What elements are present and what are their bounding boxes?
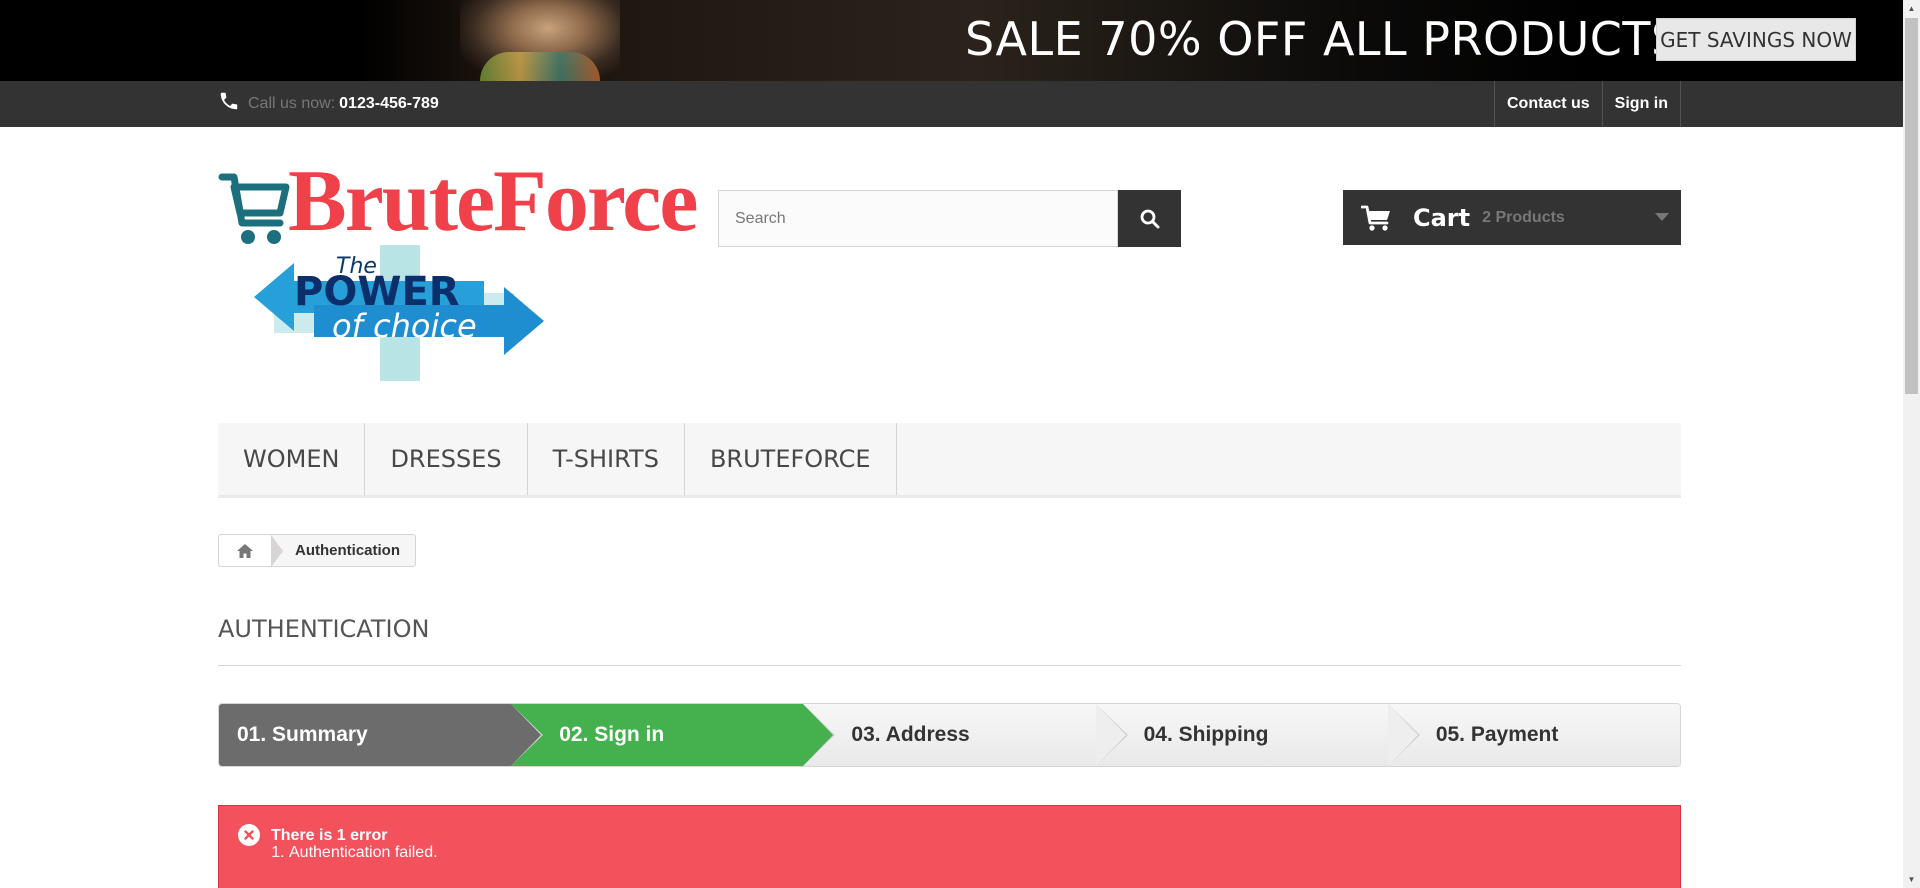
call-us-label: Call us now: <box>248 95 336 112</box>
banner-headline: SALE 70% OFF ALL PRODUCTS <box>965 12 1681 66</box>
error-title: There is 1 error <box>271 827 388 844</box>
logo-brand-text: BruteForce <box>288 153 698 250</box>
menu-item-t-shirts[interactable]: T-SHIRTS <box>528 423 685 495</box>
menu-item-women[interactable]: WOMEN <box>218 423 366 495</box>
scroll-up-arrow-icon[interactable]: ▲ <box>1903 0 1920 17</box>
sign-in-link[interactable]: Sign in <box>1601 81 1681 127</box>
step-summary[interactable]: 01. Summary <box>219 704 544 766</box>
contact-us-link[interactable]: Contact us <box>1494 81 1602 127</box>
cart-logo-icon <box>218 173 290 244</box>
step-address-label: 03. Address <box>851 723 970 746</box>
call-us-info: Call us now: 0123-456-789 <box>218 81 439 127</box>
breadcrumb-home[interactable] <box>219 535 271 566</box>
tagline-choice: of choice <box>332 307 477 345</box>
phone-number: 0123-456-789 <box>339 95 439 112</box>
search-bar <box>718 190 1181 247</box>
home-icon <box>237 543 253 558</box>
step-payment-label: 05. Payment <box>1435 723 1559 746</box>
step-shipping-label: 04. Shipping <box>1143 723 1269 746</box>
step-sign-in: 02. Sign in <box>511 704 836 766</box>
error-list: Authentication failed. <box>273 844 438 862</box>
cart-product-count: 2 Products <box>1482 208 1565 226</box>
error-alert: There is 1 error Authentication failed. <box>218 805 1681 888</box>
page-title: AUTHENTICATION <box>218 613 1681 666</box>
search-button[interactable] <box>1118 190 1181 247</box>
get-savings-button[interactable]: GET SAVINGS NOW <box>1656 18 1856 61</box>
step-sign-in-label: 02. Sign in <box>559 723 665 746</box>
checkout-steps: 01. Summary 02. Sign in 03. Address 04. … <box>218 703 1681 767</box>
error-x-icon <box>238 824 260 846</box>
power-of-choice-graphic: The POWER of choice <box>254 245 544 381</box>
header-links: Contact us Sign in <box>1494 81 1681 127</box>
banner-image: SALE 70% OFF ALL PRODUCTS GET SAVINGS NO… <box>360 0 1856 81</box>
error-item: Authentication failed. <box>289 844 438 862</box>
step-shipping: 04. Shipping <box>1095 704 1420 766</box>
breadcrumb: Authentication <box>218 534 416 567</box>
page-title-text: AUTHENTICATION <box>218 615 430 643</box>
main-menu: WOMEN DRESSES T-SHIRTS BRUTEFORCE <box>218 423 1681 498</box>
vertical-scrollbar[interactable]: ▲ ▼ <box>1903 0 1920 888</box>
cart-title: Cart <box>1413 203 1471 232</box>
cart-block[interactable]: Cart 2 Products <box>1343 190 1681 245</box>
step-address: 03. Address <box>803 704 1128 766</box>
cart-dropdown-caret-icon[interactable] <box>1655 213 1669 221</box>
banner-dress-image <box>480 52 600 81</box>
page-viewport: SALE 70% OFF ALL PRODUCTS GET SAVINGS NO… <box>0 0 1903 888</box>
scroll-down-arrow-icon[interactable]: ▼ <box>1903 871 1920 888</box>
site-header: BruteForce The POWER of choice Search Ca… <box>0 127 1903 414</box>
scrollbar-thumb[interactable] <box>1905 18 1918 394</box>
promo-banner[interactable]: SALE 70% OFF ALL PRODUCTS GET SAVINGS NO… <box>0 0 1903 81</box>
breadcrumb-current: Authentication <box>295 542 400 559</box>
step-payment: 05. Payment <box>1387 704 1680 766</box>
phone-icon <box>220 92 238 110</box>
search-icon <box>1140 209 1159 228</box>
store-logo[interactable]: BruteForce The POWER of choice <box>218 153 698 383</box>
breadcrumb-separator <box>271 534 283 567</box>
menu-item-dresses[interactable]: DRESSES <box>365 423 528 495</box>
step-summary-label: 01. Summary <box>237 723 368 746</box>
shopping-cart-icon <box>1361 205 1390 231</box>
search-input[interactable] <box>718 190 1118 247</box>
top-nav-bar: Call us now: 0123-456-789 Contact us Sig… <box>0 81 1903 127</box>
menu-item-bruteforce[interactable]: BRUTEFORCE <box>685 423 897 495</box>
